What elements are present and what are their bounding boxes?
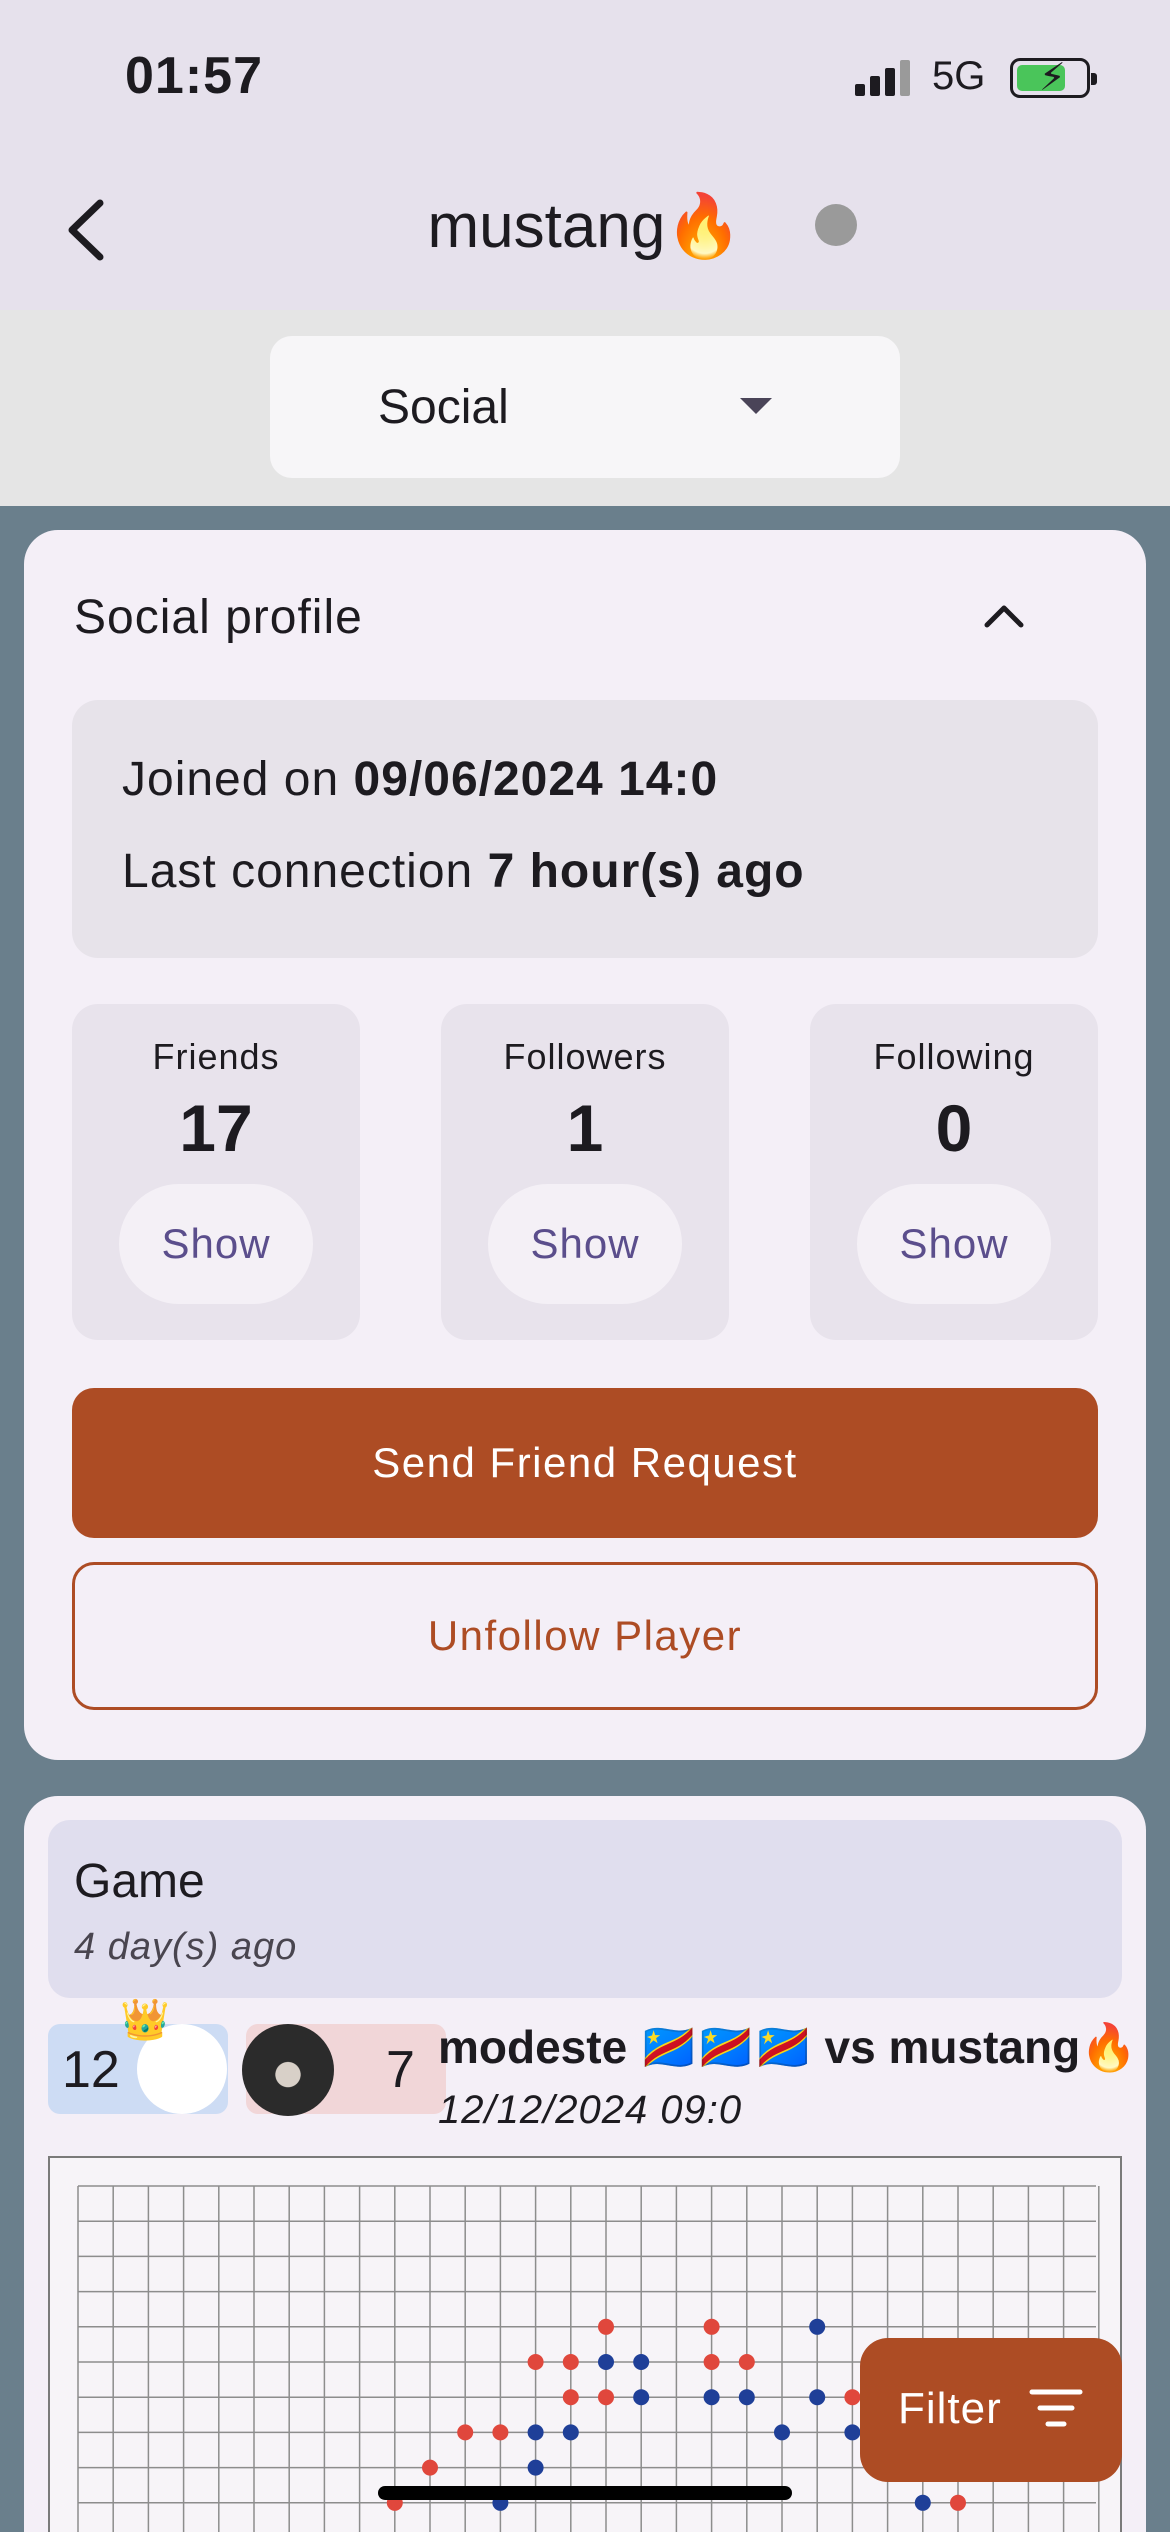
chevron-up-icon[interactable]	[979, 595, 1029, 635]
filter-icon	[1029, 2389, 1083, 2427]
social-profile-header: Social profile	[74, 591, 363, 644]
stat-label: Friends	[152, 1036, 280, 1077]
board-stone	[422, 2459, 438, 2476]
page-title: mustang🔥	[427, 192, 743, 261]
network-label: 5G	[932, 54, 986, 98]
show-friends-button[interactable]: Show	[119, 1184, 313, 1304]
board-stone	[774, 2424, 790, 2441]
game-players: modeste 🇨🇩🇨🇩🇨🇩 vs mustang🔥	[438, 2021, 1138, 2073]
board-stone	[738, 2389, 755, 2406]
filter-label: Filter	[898, 2384, 1002, 2433]
signal-icon	[855, 58, 915, 96]
stat-label: Following	[873, 1036, 1035, 1077]
player2-avatar	[242, 2024, 334, 2116]
following-stat: Following 0 Show	[810, 1004, 1098, 1340]
show-followers-button[interactable]: Show	[488, 1184, 682, 1304]
online-status-dot	[815, 204, 857, 246]
board-stone	[633, 2389, 650, 2406]
game-header: Game 4 day(s) ago	[48, 1820, 1122, 1998]
send-friend-request-button[interactable]: Send Friend Request	[72, 1388, 1098, 1538]
friends-stat: Friends 17 Show	[72, 1004, 360, 1340]
board-stone	[844, 2389, 861, 2406]
board-stone	[844, 2424, 861, 2441]
board-stone	[703, 2389, 720, 2406]
board-stone	[598, 2389, 614, 2406]
board-stone	[562, 2424, 579, 2441]
board-stone	[492, 2424, 509, 2441]
social-profile-card: Social profile Joined on 09/06/2024 14:0…	[24, 530, 1146, 1760]
player2-score: 7	[386, 2041, 415, 2099]
crown-icon: 👑	[120, 1998, 170, 2042]
joined-line: Joined on 09/06/2024 14:0	[122, 753, 719, 806]
board-stone	[562, 2389, 579, 2406]
board-stone	[738, 2354, 755, 2370]
board-stone	[527, 2459, 544, 2476]
profile-info-box: Joined on 09/06/2024 14:0 Last connectio…	[72, 700, 1098, 958]
battery-icon: ⚡	[1010, 57, 1097, 99]
board-stone	[527, 2424, 544, 2441]
status-time: 01:57	[125, 47, 263, 105]
game-age: 4 day(s) ago	[74, 1926, 298, 1968]
stat-value: 17	[179, 1091, 253, 1165]
filter-button[interactable]: Filter	[860, 2338, 1122, 2482]
board-stone	[457, 2424, 474, 2441]
show-following-button[interactable]: Show	[857, 1184, 1051, 1304]
board-stone	[809, 2389, 826, 2406]
status-bar: 01:57 5G ⚡	[0, 0, 1170, 150]
board-stone	[562, 2354, 579, 2370]
section-dropdown-value: Social	[378, 381, 509, 434]
last-connection-line: Last connection 7 hour(s) ago	[122, 845, 805, 898]
board-stone	[703, 2354, 720, 2370]
board-stone	[809, 2318, 826, 2335]
dropdown-arrow-icon	[740, 398, 772, 414]
board-stone	[914, 2494, 931, 2511]
game-date: 12/12/2024 09:0	[438, 2088, 743, 2132]
board-stone	[950, 2494, 966, 2511]
stat-label: Followers	[503, 1036, 667, 1077]
stat-value: 1	[566, 1091, 604, 1165]
followers-stat: Followers 1 Show	[441, 1004, 729, 1340]
section-dropdown[interactable]: Social	[270, 336, 900, 478]
board-stone	[527, 2354, 544, 2370]
board-stone	[703, 2318, 720, 2335]
player1-score: 12	[62, 2041, 120, 2099]
board-stone	[598, 2318, 614, 2335]
board-stone	[598, 2354, 614, 2370]
board-stone	[633, 2354, 650, 2370]
unfollow-player-button[interactable]: Unfollow Player	[72, 1562, 1098, 1710]
game-title: Game	[74, 1855, 205, 1908]
stat-value: 0	[935, 1091, 973, 1165]
home-indicator	[378, 2486, 792, 2500]
section-selector-bar: Social	[0, 310, 1170, 506]
app-bar: mustang🔥	[0, 150, 1170, 310]
